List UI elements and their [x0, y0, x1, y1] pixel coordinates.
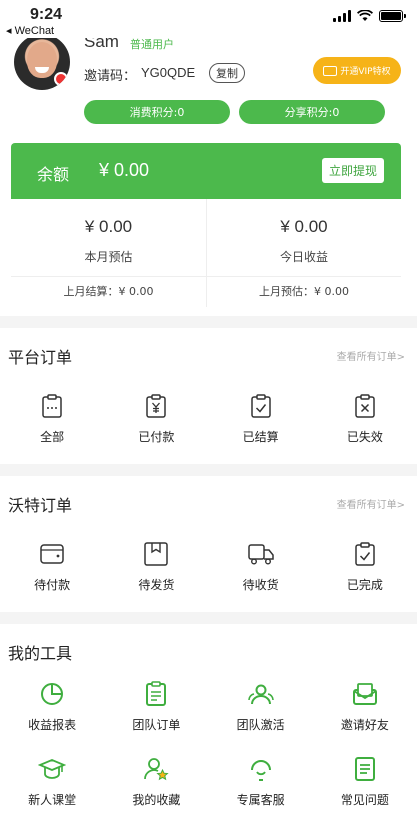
tool-faq[interactable]: 常见问题 [313, 755, 417, 808]
tool-label: 新人课堂 [28, 793, 77, 807]
balance-label: 余额 [37, 165, 70, 184]
tool-invite-friends[interactable]: 邀请好友 [313, 680, 417, 733]
order-status-invalid[interactable]: 已失效 [313, 392, 417, 445]
section-title: 我的工具 [8, 644, 73, 663]
vip-button-label: 开通VIP特权 [340, 67, 391, 77]
tools-grid-row: 收益报表 团队订单 团队激活 邀请好友 [0, 680, 417, 733]
section-title: 沃特订单 [8, 496, 73, 515]
tool-team-activation[interactable]: 团队激活 [209, 680, 313, 733]
order-status-label: 已失效 [346, 430, 383, 444]
user-name: Sam [84, 38, 119, 51]
avatar-badge-icon [54, 72, 68, 86]
tool-newbie-class[interactable]: 新人课堂 [0, 755, 104, 808]
status-bar: 9:24 ◂ WeChat [0, 0, 417, 38]
today-earnings-label: 今日收益 [279, 250, 328, 264]
balance-banner: 余额 ¥ 0.00 立即提现 [11, 143, 401, 199]
document-list-icon [142, 680, 170, 708]
order-status-label: 待付款 [34, 578, 71, 592]
wifi-icon [357, 10, 373, 21]
user-star-icon [142, 755, 170, 783]
monthly-estimate-value: ¥ 0.00 [84, 217, 133, 236]
clipboard-check-icon [247, 392, 275, 420]
tool-customer-service[interactable]: 专属客服 [209, 755, 313, 808]
clipboard-check-icon [351, 540, 379, 568]
order-status-label: 待发货 [138, 578, 175, 592]
share-points-button[interactable]: 分享积分:0 [239, 100, 385, 124]
platform-orders-section: 平台订单 查看所有订单> 全部 已付款 已结算 已失效 [0, 328, 417, 464]
tools-grid-row: 新人课堂 我的收藏 专属客服 常见问题 [0, 755, 417, 808]
headset-icon [247, 755, 275, 783]
balance-value: ¥ 0.00 [99, 160, 150, 180]
view-all-orders-link[interactable]: 查看所有订单> [337, 496, 405, 511]
tool-label: 邀请好友 [340, 718, 389, 732]
wallet-icon [38, 540, 66, 568]
tool-label: 常见问题 [340, 793, 389, 807]
consumption-points-button[interactable]: 消费积分:0 [84, 100, 230, 124]
order-status-settled[interactable]: 已结算 [209, 392, 313, 445]
order-status-label: 全部 [40, 430, 65, 444]
order-status-label: 已结算 [242, 430, 279, 444]
section-title: 平台订单 [8, 348, 73, 367]
order-status-grid: 全部 已付款 已结算 已失效 [0, 392, 417, 445]
copy-invite-code-button[interactable]: 复制 [209, 63, 245, 83]
faq-document-icon [351, 755, 379, 783]
open-vip-button[interactable]: 开通VIP特权 [313, 57, 401, 84]
order-status-grid: 待付款 待发货 待收货 已完成 [0, 540, 417, 593]
vip-card-icon [323, 65, 338, 76]
team-icon [247, 680, 275, 708]
status-time: 9:24 [30, 6, 63, 23]
clipboard-yen-icon [142, 392, 170, 420]
today-earnings-value: ¥ 0.00 [280, 217, 328, 236]
earnings-stats: ¥ 0.00 本月预估 ¥ 0.00 今日收益 上月结算：¥ 0.00 上月预估… [11, 199, 401, 307]
truck-icon [247, 540, 275, 568]
user-level: 普通用户 [130, 38, 174, 51]
order-status-label: 已付款 [138, 430, 175, 444]
back-to-wechat-link[interactable]: ◂ WeChat [6, 24, 54, 37]
tool-label: 收益报表 [28, 718, 77, 732]
order-status-paid[interactable]: 已付款 [104, 392, 208, 445]
order-status-label: 待收货 [242, 578, 279, 592]
order-status-pending-shipment[interactable]: 待发货 [104, 540, 208, 593]
balance-panel: 余额 ¥ 0.00 立即提现 ¥ 0.00 本月预估 ¥ 0.00 今日收益 上… [0, 130, 417, 316]
avatar[interactable] [14, 38, 70, 90]
monthly-estimate[interactable]: ¥ 0.00 本月预估 [11, 199, 206, 277]
order-status-pending-payment[interactable]: 待付款 [0, 540, 104, 593]
order-status-completed[interactable]: 已完成 [313, 540, 417, 593]
invite-code-value: YG0QDE [141, 65, 196, 80]
today-earnings[interactable]: ¥ 0.00 今日收益 [206, 199, 401, 277]
invite-mail-icon [351, 680, 379, 708]
wote-orders-section: 沃特订单 查看所有订单> 待付款 待发货 待收货 已完成 [0, 476, 417, 612]
withdraw-button[interactable]: 立即提现 [321, 158, 384, 183]
profile-header: Sam 普通用户 邀请码： YG0QDE 复制 开通VIP特权 消费积分:0 分… [0, 38, 417, 130]
battery-icon [379, 10, 406, 22]
system-icons [333, 10, 406, 22]
tool-label: 团队激活 [236, 718, 285, 732]
view-all-orders-link[interactable]: 查看所有订单> [337, 348, 405, 363]
order-status-pending-receipt[interactable]: 待收货 [209, 540, 313, 593]
order-status-all[interactable]: 全部 [0, 392, 104, 445]
tool-label: 团队订单 [132, 718, 181, 732]
graduation-cap-icon [38, 755, 67, 783]
package-icon [142, 540, 170, 568]
pie-chart-icon [38, 680, 66, 708]
clipboard-x-icon [351, 392, 379, 420]
tool-label: 专属客服 [236, 793, 285, 807]
tool-my-favorites[interactable]: 我的收藏 [104, 755, 208, 808]
invite-code-label: 邀请码： [84, 69, 137, 84]
tool-team-orders[interactable]: 团队订单 [104, 680, 208, 733]
tool-earnings-report[interactable]: 收益报表 [0, 680, 104, 733]
tool-label: 我的收藏 [132, 793, 181, 807]
my-tools-section: 我的工具 收益报表 团队订单 团队激活 邀请好友 新人课堂 我的收藏 专属客服 … [0, 624, 417, 815]
monthly-estimate-label: 本月预估 [84, 250, 133, 264]
order-status-label: 已完成 [346, 578, 383, 592]
clipboard-dots-icon [38, 392, 66, 420]
signal-icon [333, 10, 351, 22]
last-month-settled: 上月结算：¥ 0.00 [63, 285, 154, 298]
last-month-estimate: 上月预估：¥ 0.00 [206, 277, 401, 307]
